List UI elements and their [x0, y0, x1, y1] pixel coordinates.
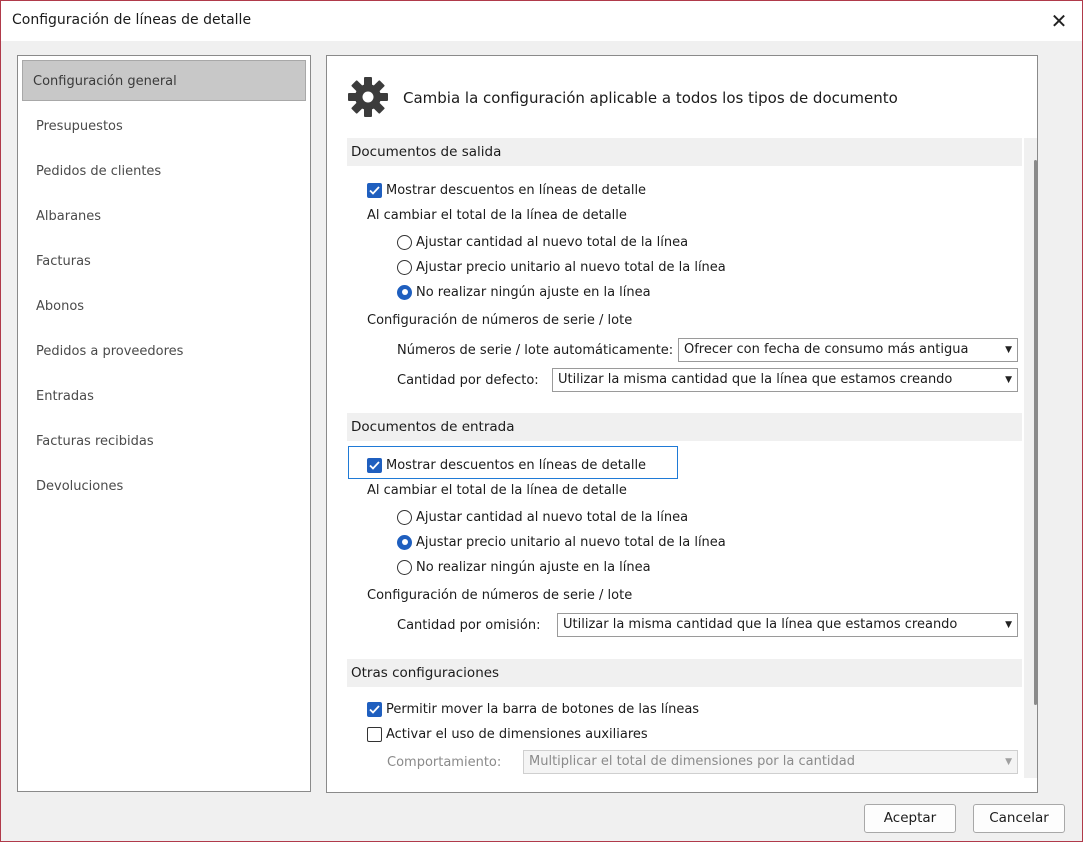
panel-description: Cambia la configuración aplicable a todo… [403, 89, 898, 107]
otras-activar-dimensiones[interactable]: Activar el uso de dimensiones auxiliares [367, 723, 648, 745]
entrada-radio-ajustar-cantidad[interactable]: Ajustar cantidad al nuevo total de la lí… [397, 506, 688, 528]
sidebar-item-configuracion-general[interactable]: Configuración general [22, 60, 306, 101]
salida-auto-select[interactable]: Ofrecer con fecha de consumo más antigua… [678, 338, 1018, 362]
checkmark-icon [369, 704, 380, 714]
entrada-mostrar-descuentos[interactable]: Mostrar descuentos en líneas de detalle [367, 454, 646, 476]
panel-header: Cambia la configuración aplicable a todo… [347, 76, 1007, 120]
radio-button[interactable] [397, 259, 412, 275]
salida-al-cambiar-label: Al cambiar el total de la línea de detal… [367, 207, 627, 223]
dropdown-arrow-icon: ▼ [1005, 345, 1012, 355]
checkbox-entrada-mostrar-descuentos[interactable] [367, 457, 382, 473]
salida-auto-label: Números de serie / lote automáticamente: [397, 342, 674, 358]
sidebar-item-facturas-recibidas[interactable]: Facturas recibidas [22, 421, 306, 462]
sidebar-item-abonos[interactable]: Abonos [22, 286, 306, 327]
accept-button[interactable]: Aceptar [864, 804, 956, 833]
radio-button[interactable] [397, 234, 412, 250]
title-bar: Configuración de líneas de detalle ✕ [1, 1, 1082, 41]
salida-config-series-label: Configuración de números de serie / lote [367, 312, 633, 328]
settings-panel: Cambia la configuración aplicable a todo… [326, 55, 1038, 793]
close-button[interactable]: ✕ [1036, 1, 1082, 41]
checkmark-icon [369, 185, 380, 195]
window-title: Configuración de líneas de detalle [12, 12, 252, 28]
radio-button[interactable] [397, 559, 412, 575]
cancel-button[interactable]: Cancelar [973, 804, 1065, 833]
sidebar-item-entradas[interactable]: Entradas [22, 376, 306, 417]
salida-mostrar-descuentos[interactable]: Mostrar descuentos en líneas de detalle [367, 179, 646, 201]
close-icon: ✕ [1050, 9, 1068, 33]
entrada-cantidad-label: Cantidad por omisión: [397, 617, 541, 633]
otras-permitir-mover[interactable]: Permitir mover la barra de botones de la… [367, 698, 699, 720]
salida-radio-ajustar-cantidad[interactable]: Ajustar cantidad al nuevo total de la lí… [397, 231, 688, 253]
checkbox-activar-dimensiones[interactable] [367, 726, 382, 742]
salida-radio-ajustar-precio[interactable]: Ajustar precio unitario al nuevo total d… [397, 256, 726, 278]
salida-cantidad-label: Cantidad por defecto: [397, 372, 539, 388]
sidebar-item-albaranes[interactable]: Albaranes [22, 196, 306, 237]
comportamiento-select[interactable]: Multiplicar el total de dimensiones por … [523, 750, 1018, 774]
entrada-al-cambiar-label: Al cambiar el total de la línea de detal… [367, 482, 627, 498]
gear-icon [348, 77, 388, 117]
sidebar-item-devoluciones[interactable]: Devoluciones [22, 466, 306, 507]
dropdown-arrow-icon: ▼ [1005, 620, 1012, 630]
entrada-radio-ajustar-precio[interactable]: Ajustar precio unitario al nuevo total d… [397, 531, 726, 553]
radio-button[interactable] [397, 534, 412, 550]
checkbox-salida-mostrar-descuentos[interactable] [367, 182, 382, 198]
sidebar-item-facturas[interactable]: Facturas [22, 241, 306, 282]
dropdown-arrow-icon: ▼ [1005, 757, 1012, 767]
checkmark-icon [369, 460, 380, 470]
entrada-cantidad-select[interactable]: Utilizar la misma cantidad que la línea … [557, 613, 1018, 637]
sidebar-item-pedidos-clientes[interactable]: Pedidos de clientes [22, 151, 306, 192]
sidebar-item-presupuestos[interactable]: Presupuestos [22, 106, 306, 147]
salida-radio-no-ajuste[interactable]: No realizar ningún ajuste en la línea [397, 281, 651, 303]
radio-button[interactable] [397, 284, 412, 300]
vertical-scrollbar[interactable] [1024, 138, 1037, 778]
entrada-radio-no-ajuste[interactable]: No realizar ningún ajuste en la línea [397, 556, 651, 578]
comportamiento-label: Comportamiento: [387, 754, 502, 770]
sidebar-item-pedidos-proveedores[interactable]: Pedidos a proveedores [22, 331, 306, 372]
sidebar: Configuración general Presupuestos Pedid… [17, 55, 311, 792]
radio-button[interactable] [397, 509, 412, 525]
section-documentos-salida: Documentos de salida [347, 138, 1022, 166]
entrada-config-series-label: Configuración de números de serie / lote [367, 587, 633, 603]
section-documentos-entrada: Documentos de entrada [347, 413, 1022, 441]
dropdown-arrow-icon: ▼ [1005, 375, 1012, 385]
dialog-window: Configuración de líneas de detalle ✕ Con… [0, 0, 1083, 842]
section-otras-configuraciones: Otras configuraciones [347, 659, 1022, 687]
scrollbar-thumb[interactable] [1034, 160, 1037, 705]
salida-cantidad-select[interactable]: Utilizar la misma cantidad que la línea … [552, 368, 1018, 392]
checkbox-permitir-mover[interactable] [367, 701, 382, 717]
